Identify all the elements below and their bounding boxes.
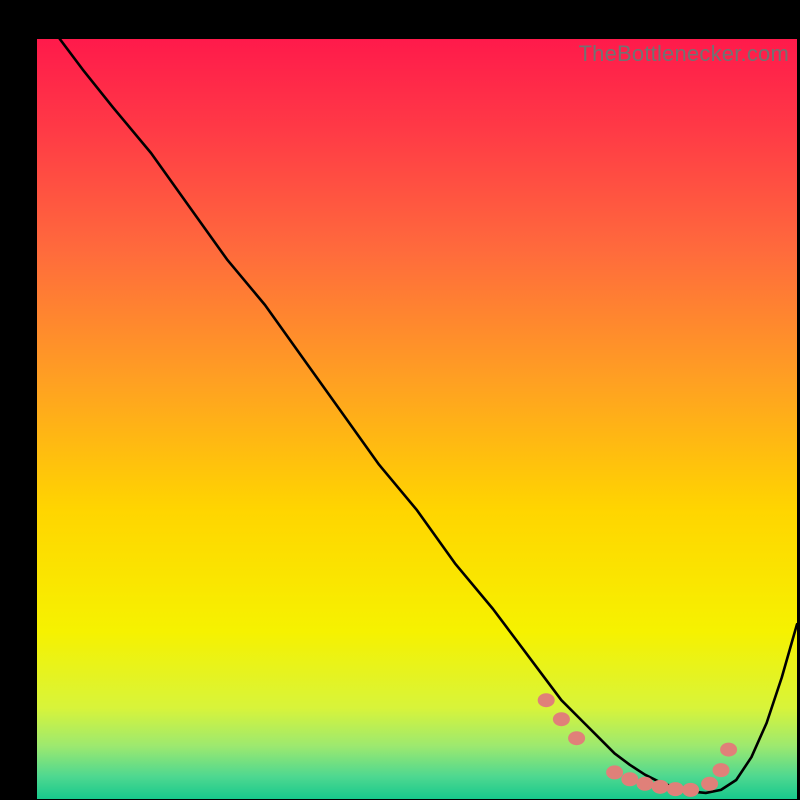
marker-dot [621,772,638,786]
marker-dot [713,763,730,777]
marker-dot [568,731,585,745]
marker-dot [701,777,718,791]
marker-dot [667,782,684,796]
marker-dot [682,783,699,797]
chart-frame: TheBottlenecker.com [18,18,782,782]
marker-dot [637,777,654,791]
marker-dot [538,693,555,707]
marker-dot [553,712,570,726]
marker-dot [652,780,669,794]
watermark-label: TheBottlenecker.com [579,41,789,67]
plot-area: TheBottlenecker.com [37,39,797,799]
marker-dot [606,765,623,779]
marker-dot [720,743,737,757]
bottleneck-chart [37,39,797,799]
